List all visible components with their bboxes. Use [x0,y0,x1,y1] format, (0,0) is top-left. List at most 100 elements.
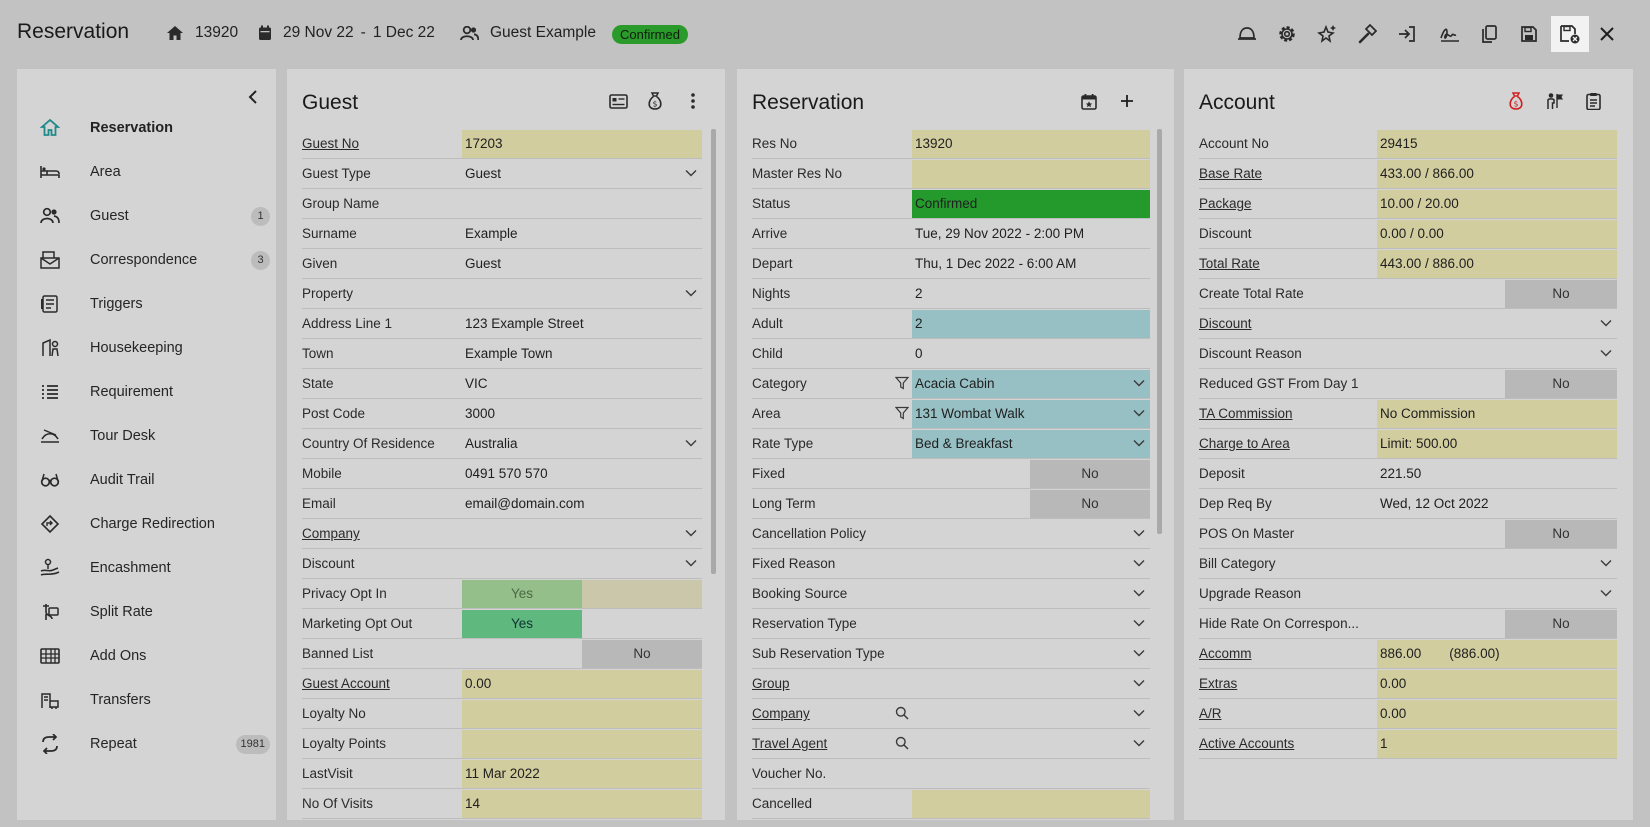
field-label[interactable]: Travel Agent [752,729,827,758]
toggle-banned-list[interactable]: No [582,640,702,668]
field-value[interactable] [912,760,1150,788]
toggle-yes-privacy-opt-in[interactable]: Yes [462,580,582,608]
field-value[interactable] [912,670,1150,698]
calendar-button[interactable] [1077,89,1101,113]
sidebar-item-transfers[interactable]: Transfers [40,685,270,715]
filter-icon[interactable] [894,406,910,420]
card-button[interactable] [606,89,630,113]
filter-icon[interactable] [894,376,910,390]
field-value[interactable]: Example Town [462,340,702,368]
more-options-button[interactable] [681,89,705,113]
toggle-track[interactable] [582,580,702,608]
chevron-down-icon[interactable] [684,166,698,180]
field-label[interactable]: Total Rate [1199,249,1260,278]
field-value[interactable]: 29415 [1377,130,1617,158]
field-value[interactable]: 11 Mar 2022 [462,760,702,788]
field-value[interactable] [1377,340,1617,368]
field-value[interactable]: Australia [462,430,702,458]
field-value[interactable]: 2 [912,310,1150,338]
toggle-long-term[interactable]: No [1030,490,1150,518]
field-label[interactable]: Package [1199,189,1252,218]
chevron-down-icon[interactable] [1599,586,1613,600]
field-label[interactable]: Company [752,699,810,728]
sidebar-item-add-ons[interactable]: Add Ons [40,641,270,671]
chevron-down-icon[interactable] [1599,316,1613,330]
search-icon[interactable] [895,706,909,720]
field-value[interactable]: 131 Wombat Walk [912,400,1150,428]
field-value[interactable]: 2 [912,280,1150,308]
field-value[interactable]: 0491 570 570 [462,460,702,488]
guest-scrollbar[interactable] [711,129,716,574]
clipboard-button[interactable] [1581,89,1605,113]
sidebar-item-repeat[interactable]: Repeat 1981 [40,729,270,759]
magic-button[interactable] [1308,16,1346,52]
field-value[interactable] [462,550,702,578]
field-value[interactable]: Guest [462,250,702,278]
collapse-sidebar-button[interactable] [243,87,263,107]
field-label[interactable]: Guest No [302,129,359,158]
sidebar-item-charge-redirection[interactable]: Charge Redirection [40,509,270,539]
copy-button[interactable] [1470,16,1508,52]
bell-button[interactable] [1228,16,1266,52]
toggle-yes-marketing-opt-out[interactable]: Yes [462,610,582,638]
settings-button[interactable] [1268,16,1306,52]
field-value[interactable] [1377,580,1617,608]
sidebar-item-split-rate[interactable]: Split Rate [40,597,270,627]
field-value[interactable]: 14 [462,790,702,818]
sidebar-item-correspondence[interactable]: Correspondence 3 [40,245,270,275]
field-value[interactable]: Thu, 1 Dec 2022 - 6:00 AM [912,250,1150,278]
field-value[interactable]: VIC [462,370,702,398]
field-value[interactable]: Guest [462,160,702,188]
chevron-down-icon[interactable] [684,556,698,570]
chevron-down-icon[interactable] [1132,526,1146,540]
chevron-down-icon[interactable] [684,436,698,450]
signature-button[interactable] [1431,16,1469,52]
chevron-down-icon[interactable] [1132,556,1146,570]
toggle-reduced-gst-from-day-1[interactable]: No [1505,370,1617,398]
field-value[interactable] [462,280,702,308]
field-value[interactable] [912,520,1150,548]
field-value[interactable] [912,640,1150,668]
field-label[interactable]: Guest Account [302,669,390,698]
field-value[interactable]: 0.00 [462,670,702,698]
field-value[interactable]: Tue, 29 Nov 2022 - 2:00 PM [912,220,1150,248]
close-button[interactable] [1588,16,1626,52]
field-value[interactable]: 123 Example Street [462,310,702,338]
field-value[interactable] [462,190,702,218]
chevron-down-icon[interactable] [1132,706,1146,720]
sidebar-item-area[interactable]: Area [40,157,270,187]
chevron-down-icon[interactable] [1132,616,1146,630]
hammer-button[interactable] [1348,16,1386,52]
field-label[interactable]: TA Commission [1199,399,1293,428]
field-value[interactable]: 1 [1377,730,1617,758]
chevron-down-icon[interactable] [1132,586,1146,600]
field-value[interactable]: 0.00 [1377,670,1617,698]
field-value[interactable] [912,580,1150,608]
field-value[interactable]: No Commission [1377,400,1617,428]
sidebar-item-audit-trail[interactable]: Audit Trail [40,465,270,495]
chevron-down-icon[interactable] [1132,376,1146,390]
toggle-fixed[interactable]: No [1030,460,1150,488]
field-label[interactable]: Extras [1199,669,1237,698]
field-value[interactable]: 433.00 / 866.00 [1377,160,1617,188]
field-value[interactable] [912,700,1150,728]
reservation-scrollbar[interactable] [1157,129,1162,534]
field-value[interactable] [1377,550,1617,578]
field-value[interactable] [462,520,702,548]
field-value[interactable]: email@domain.com [462,490,702,518]
field-value[interactable]: 13920 [912,130,1150,158]
chevron-down-icon[interactable] [684,526,698,540]
field-value[interactable]: 3000 [462,400,702,428]
sidebar-item-guest[interactable]: Guest 1 [40,201,270,231]
field-value[interactable]: Bed & Breakfast [912,430,1150,458]
chevron-down-icon[interactable] [1599,556,1613,570]
chevron-down-icon[interactable] [684,286,698,300]
add-button[interactable] [1115,89,1139,113]
chevron-down-icon[interactable] [1132,436,1146,450]
toggle-create-total-rate[interactable]: No [1505,280,1617,308]
chevron-down-icon[interactable] [1132,736,1146,750]
field-value[interactable] [1377,310,1617,338]
field-value[interactable] [912,550,1150,578]
field-label[interactable]: Charge to Area [1199,429,1290,458]
chevron-down-icon[interactable] [1599,346,1613,360]
